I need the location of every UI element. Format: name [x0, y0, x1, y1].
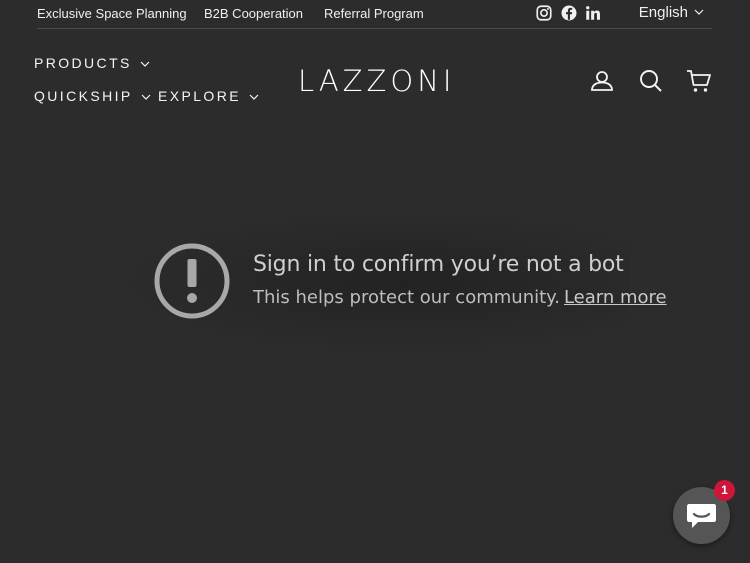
- nav-explore[interactable]: EXPLORE: [158, 88, 259, 104]
- nav-products[interactable]: PRODUCTS: [34, 55, 150, 71]
- learn-more-link[interactable]: Learn more: [564, 287, 667, 308]
- search-icon[interactable]: [638, 68, 664, 94]
- bot-check-text: This helps protect our community.: [253, 287, 560, 308]
- chevron-down-icon: [141, 94, 151, 100]
- referral-program-link[interactable]: Referral Program: [324, 6, 424, 21]
- chevron-down-icon: [249, 94, 259, 100]
- alert-icon: [154, 243, 230, 319]
- top-bar: Exclusive Space Planning B2B Cooperation…: [37, 0, 712, 29]
- language-label: English: [638, 4, 688, 21]
- exclusive-space-planning-link[interactable]: Exclusive Space Planning: [37, 6, 187, 21]
- account-icon[interactable]: [589, 68, 615, 94]
- nav-products-label: PRODUCTS: [34, 55, 132, 71]
- instagram-icon[interactable]: [535, 4, 553, 22]
- linkedin-icon[interactable]: [584, 4, 602, 22]
- chat-icon: [687, 504, 716, 528]
- facebook-icon[interactable]: [560, 4, 578, 22]
- nav-quickship-label: QUICKSHIP: [34, 88, 133, 104]
- chevron-down-icon: [140, 61, 150, 67]
- bot-check-title: Sign in to confirm you’re not a bot: [253, 252, 624, 277]
- nav-quickship[interactable]: QUICKSHIP: [34, 88, 151, 104]
- b2b-cooperation-link[interactable]: B2B Cooperation: [204, 6, 303, 21]
- chat-notification-badge: 1: [714, 480, 735, 501]
- bot-check-description: This helps protect our community. Learn m…: [253, 287, 667, 308]
- nav-explore-label: EXPLORE: [158, 88, 241, 104]
- chevron-down-icon: [694, 9, 704, 15]
- brand-logo[interactable]: LAZZONI: [298, 64, 455, 98]
- cart-icon[interactable]: [686, 68, 712, 94]
- language-selector[interactable]: English: [639, 4, 704, 21]
